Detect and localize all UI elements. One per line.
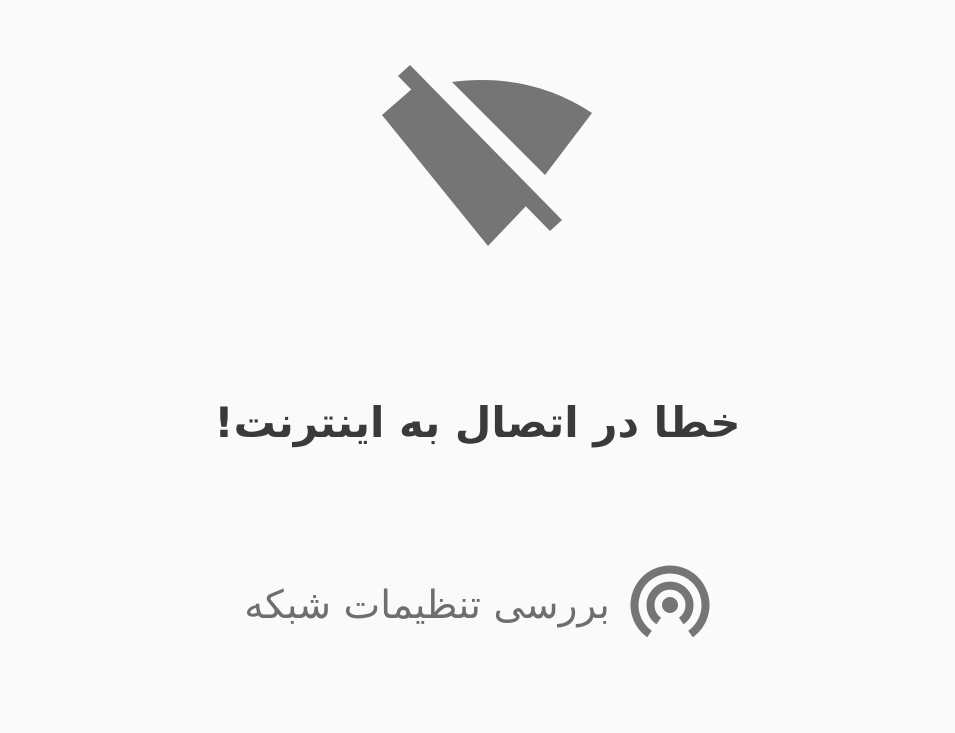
wifi-off-icon — [382, 65, 592, 246]
check-network-settings-label: بررسی تنظیمات شبکه — [244, 582, 610, 628]
network-signal-icon — [630, 565, 710, 638]
check-network-settings-button[interactable]: بررسی تنظیمات شبکه — [190, 562, 770, 648]
no-internet-screen: خطا در اتصال به اینترنت! بررسی تنظیمات ش… — [0, 0, 955, 733]
error-title: خطا در اتصال به اینترنت! — [214, 398, 741, 447]
